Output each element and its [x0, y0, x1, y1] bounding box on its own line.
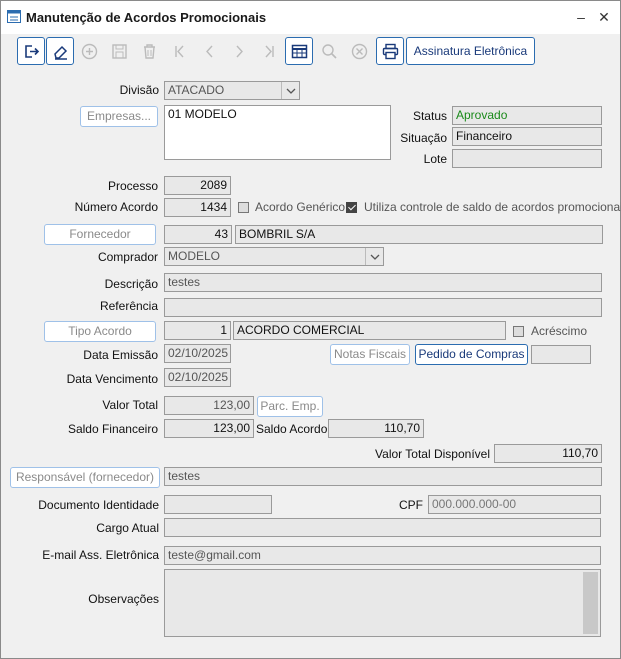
previous-record-button[interactable] [195, 37, 223, 65]
lote-label: Lote [423, 152, 447, 166]
exit-button[interactable] [17, 37, 45, 65]
acrescimo-label: Acréscimo [531, 324, 588, 338]
comprador-label: Comprador [97, 250, 158, 264]
pedido-compras-button[interactable]: Pedido de Compras [415, 344, 528, 365]
situacao-label: Situação [400, 131, 447, 145]
fornecedor-button[interactable]: Fornecedor [44, 224, 156, 245]
observacoes-scrollbar[interactable] [583, 572, 598, 634]
close-button[interactable]: ✕ [595, 8, 613, 26]
utiliza-controle-checkbox[interactable] [346, 202, 357, 213]
situacao-field: Financeiro [452, 127, 602, 146]
documento-identidade-field[interactable] [164, 495, 272, 514]
divisao-select[interactable]: ATACADO [164, 81, 300, 100]
printer-icon [382, 43, 398, 59]
data-vencimento-label: Data Vencimento [66, 372, 158, 386]
save-button[interactable] [105, 37, 133, 65]
numero-acordo-label: Número Acordo [74, 200, 158, 214]
utiliza-controle-label: Utiliza controle de saldo de acordos pro… [364, 200, 621, 214]
next-record-button[interactable] [225, 37, 253, 65]
search-icon [321, 43, 337, 59]
comprador-select[interactable]: MODELO [164, 247, 384, 266]
descricao-field[interactable]: testes [164, 273, 602, 292]
email-label: E-mail Ass. Eletrônica [42, 548, 159, 562]
email-field[interactable]: teste@gmail.com [164, 546, 601, 565]
responsavel-field[interactable]: testes [164, 467, 602, 486]
observacoes-label: Observações [88, 592, 159, 606]
referencia-field[interactable] [164, 298, 602, 317]
tipo-acordo-name-field: ACORDO COMERCIAL [233, 321, 506, 340]
chevron-right-icon [235, 45, 243, 57]
empresas-list[interactable]: 01 MODELO [164, 105, 391, 160]
valor-total-field: 123,00 [164, 396, 254, 415]
window: Manutenção de Acordos Promocionais – ✕ A [0, 0, 621, 659]
documento-identidade-label: Documento Identidade [38, 498, 159, 512]
processo-field: 2089 [164, 176, 231, 195]
saldo-acordo-label: Saldo Acordo [256, 422, 328, 436]
valor-total-label: Valor Total [102, 398, 158, 412]
referencia-label: Referência [99, 299, 158, 313]
chevron-down-icon [281, 82, 299, 99]
status-field: Aprovado [452, 106, 602, 125]
empresas-button[interactable]: Empresas... [80, 106, 158, 127]
cancel-button[interactable] [345, 37, 373, 65]
pedido-compras-field [531, 345, 591, 364]
close-circle-icon [351, 43, 367, 59]
title-bar: Manutenção de Acordos Promocionais – ✕ [1, 1, 620, 34]
saldo-financeiro-label: Saldo Financeiro [67, 422, 158, 436]
parc-emp-button[interactable]: Parc. Emp. [257, 396, 323, 417]
acrescimo-checkbox[interactable] [513, 326, 524, 337]
first-icon [174, 45, 184, 57]
comprador-value: MODELO [168, 249, 221, 263]
fornecedor-code-field[interactable]: 43 [164, 225, 232, 244]
tipo-acordo-code-field[interactable]: 1 [164, 321, 231, 340]
eraser-icon [53, 45, 67, 60]
numero-acordo-field: 1434 [164, 198, 231, 217]
saldo-acordo-field: 110,70 [328, 419, 424, 438]
window-form-icon [7, 10, 21, 23]
chevron-down-icon [365, 248, 383, 265]
exit-icon [24, 44, 39, 58]
valor-total-disponivel-field: 110,70 [494, 444, 602, 463]
descricao-label: Descrição [104, 277, 158, 291]
cpf-label: CPF [399, 498, 423, 512]
plus-circle-icon [81, 43, 97, 59]
grid-view-button[interactable] [285, 37, 313, 65]
trash-icon [143, 43, 155, 59]
notas-fiscais-button[interactable]: Notas Fiscais [330, 344, 410, 365]
divisao-value: ATACADO [168, 83, 225, 97]
valor-total-disponivel-label: Valor Total Disponível [375, 447, 490, 461]
divisao-label: Divisão [119, 83, 159, 97]
delete-button[interactable] [135, 37, 163, 65]
table-icon [291, 44, 307, 58]
signature-button[interactable]: Assinatura Eletrônica [406, 37, 535, 65]
data-emissao-field[interactable]: 02/10/2025 [164, 344, 231, 363]
minimize-button[interactable]: – [572, 8, 590, 26]
fornecedor-name-field: BOMBRIL S/A [235, 225, 603, 244]
data-vencimento-field[interactable]: 02/10/2025 [164, 368, 231, 387]
processo-label: Processo [107, 179, 158, 193]
last-icon [264, 45, 274, 57]
window-title: Manutenção de Acordos Promocionais [26, 10, 267, 25]
responsavel-button[interactable]: Responsável (fornecedor) [10, 467, 160, 488]
clear-button[interactable] [46, 37, 74, 65]
lote-field [452, 149, 602, 168]
acordo-generico-checkbox[interactable] [238, 202, 249, 213]
chevron-left-icon [205, 45, 213, 57]
acordo-generico-label: Acordo Genérico [255, 200, 346, 214]
tipo-acordo-button[interactable]: Tipo Acordo [44, 321, 156, 342]
data-emissao-label: Data Emissão [83, 348, 158, 362]
last-record-button[interactable] [255, 37, 283, 65]
search-button[interactable] [315, 37, 343, 65]
status-label: Status [412, 109, 447, 123]
cpf-field[interactable]: 000.000.000-00 [428, 495, 601, 514]
print-button[interactable] [376, 37, 404, 65]
observacoes-textarea[interactable] [164, 569, 601, 637]
cargo-atual-label: Cargo Atual [96, 521, 159, 535]
first-record-button[interactable] [165, 37, 193, 65]
floppy-disk-icon [111, 43, 127, 59]
cargo-atual-field[interactable] [164, 518, 601, 537]
saldo-financeiro-field: 123,00 [164, 419, 254, 438]
add-button[interactable] [75, 37, 103, 65]
